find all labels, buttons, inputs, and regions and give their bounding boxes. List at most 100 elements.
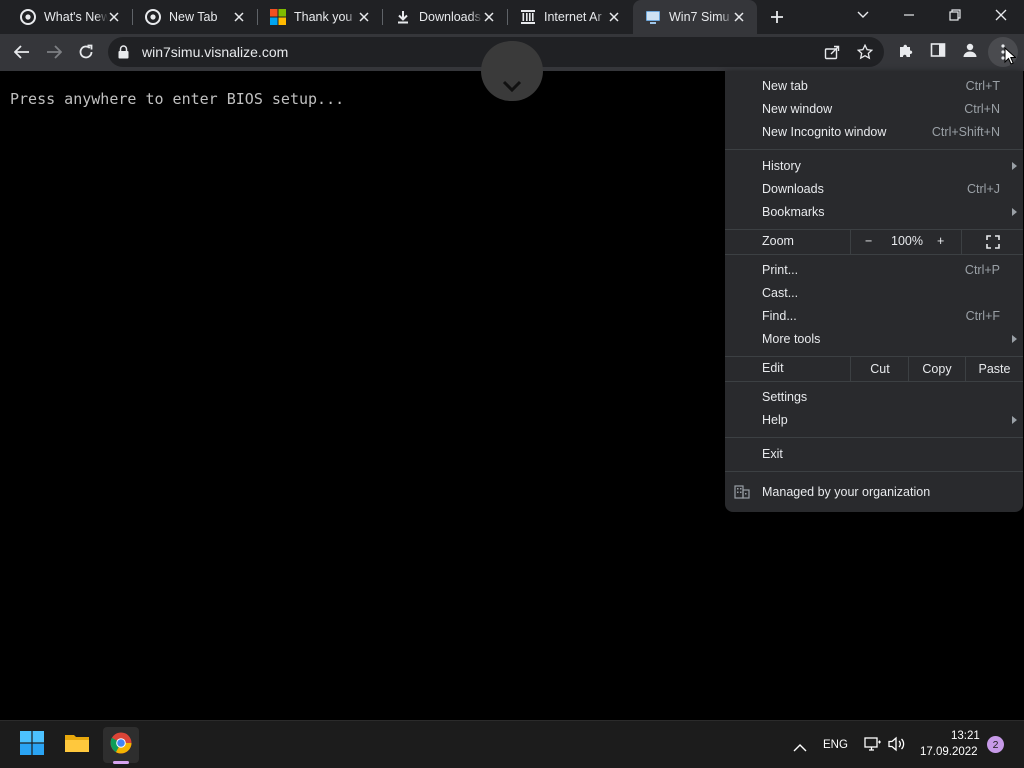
clock-time[interactable]: 13:21 [951,730,980,742]
building-icon [734,485,750,502]
menu-label: Settings [762,390,808,404]
menu-separator [725,149,1023,150]
menu-item-cast[interactable]: Cast... [725,282,1023,305]
submenu-arrow-icon [1012,208,1017,216]
menu-label: Downloads [762,182,824,196]
copy-button[interactable]: Copy [909,357,965,381]
folder-icon [64,732,90,759]
person-icon [962,42,978,63]
chevron-up-icon[interactable] [793,739,807,757]
windows-logo-icon [20,730,44,760]
share-icon[interactable] [824,44,840,65]
close-icon[interactable] [606,9,622,25]
tab-downloads[interactable]: Downloads [383,0,507,34]
menu-separator [725,471,1023,472]
clock-date[interactable]: 17.09.2022 [920,746,978,758]
download-icon [395,9,411,25]
paste-button[interactable]: Paste [966,357,1023,381]
menu-item-new-incognito[interactable]: New Incognito window Ctrl+Shift+N [725,121,1023,144]
menu-shortcut: Ctrl+F [965,309,1000,323]
menu-item-find[interactable]: Find... Ctrl+F [725,305,1023,328]
submenu-arrow-icon [1012,335,1017,343]
menu-item-history[interactable]: History [725,155,1023,178]
tab-win7-simu[interactable]: Win7 Simu [633,0,757,34]
bios-prompt-text: Press anywhere to enter BIOS setup... [10,90,345,108]
close-icon[interactable] [731,9,747,25]
menu-item-downloads[interactable]: Downloads Ctrl+J [725,178,1023,201]
side-panel-button[interactable] [924,38,952,66]
menu-separator [725,437,1023,438]
tab-title: Downloads [419,10,481,24]
side-panel-icon [930,42,946,63]
close-icon[interactable] [356,9,372,25]
extensions-button[interactable] [892,38,920,66]
menu-label: Find... [762,309,797,323]
menu-shortcut: Ctrl+Shift+N [931,125,1000,139]
minimize-button[interactable] [886,0,932,30]
menu-item-more-tools[interactable]: More tools [725,328,1023,351]
chrome-icon [110,732,132,759]
menu-item-help[interactable]: Help [725,409,1023,432]
menu-edit-row: Edit Cut Copy Paste [725,357,1023,381]
profile-button[interactable] [956,38,984,66]
menu-label: Print... [762,263,799,277]
tab-title: Internet Ar [544,10,602,24]
cut-button[interactable]: Cut [851,357,909,381]
menu-item-new-tab[interactable]: New tab Ctrl+T [725,75,1023,98]
menu-item-managed[interactable]: Managed by your organization [725,481,1023,504]
menu-item-bookmarks[interactable]: Bookmarks [725,201,1023,224]
network-icon[interactable] [864,736,882,757]
restore-button[interactable] [932,0,978,30]
notification-badge[interactable]: 2 [987,736,1004,753]
zoom-in-button[interactable]: + [937,234,944,248]
lock-icon[interactable] [118,45,129,64]
url-text: win7simu.visnalize.com [142,44,289,60]
forward-button[interactable] [40,38,68,66]
back-button[interactable] [8,38,36,66]
menu-item-exit[interactable]: Exit [725,443,1023,466]
menu-label: New Incognito window [762,125,887,139]
language-indicator[interactable]: ENG [823,739,848,751]
menu-item-new-window[interactable]: New window Ctrl+N [725,98,1023,121]
edit-label: Edit [762,361,784,375]
zoom-level: 100% [891,234,923,248]
tab-title: Win7 Simu [669,10,730,24]
chrome-taskbar-button[interactable] [103,727,139,763]
tab-whats-new[interactable]: What's New [8,0,132,34]
fullscreen-icon[interactable] [986,235,1000,252]
start-button[interactable] [14,727,50,763]
menu-label: Bookmarks [762,205,825,219]
menu-separator [725,254,1023,255]
volume-icon[interactable] [888,736,906,757]
taskbar: ENG 13:21 17.09.2022 2 [0,720,1024,768]
menu-shortcut: Ctrl+T [965,79,1000,93]
menu-separator [725,381,1023,382]
tab-thank-you[interactable]: Thank you [258,0,382,34]
tab-search-button[interactable] [840,0,886,30]
close-icon[interactable] [481,9,497,25]
close-icon[interactable] [231,9,247,25]
menu-item-settings[interactable]: Settings [725,386,1023,409]
menu-label: Managed by your organization [762,485,931,499]
close-icon[interactable] [106,9,122,25]
new-tab-button[interactable] [765,5,789,29]
tab-internet-archive[interactable]: Internet Ar [508,0,632,34]
menu-separator [961,230,962,254]
tab-title: New Tab [169,10,218,24]
menu-button[interactable] [988,37,1018,67]
zoom-out-button[interactable]: − [865,234,872,248]
close-window-button[interactable] [978,0,1024,30]
menu-label: Exit [762,447,783,461]
puzzle-icon [898,42,914,63]
archive-icon [520,9,536,25]
file-explorer-button[interactable] [59,727,95,763]
tab-new-tab[interactable]: New Tab [133,0,257,34]
reload-button[interactable] [72,38,100,66]
menu-item-print[interactable]: Print... Ctrl+P [725,259,1023,282]
menu-label: History [762,159,801,173]
bookmark-star-icon[interactable] [856,43,874,65]
fullscreen-exit-handle[interactable] [481,41,543,101]
menu-shortcut: Ctrl+J [967,182,1000,196]
active-app-indicator [113,761,129,764]
menu-label: Help [762,413,788,427]
